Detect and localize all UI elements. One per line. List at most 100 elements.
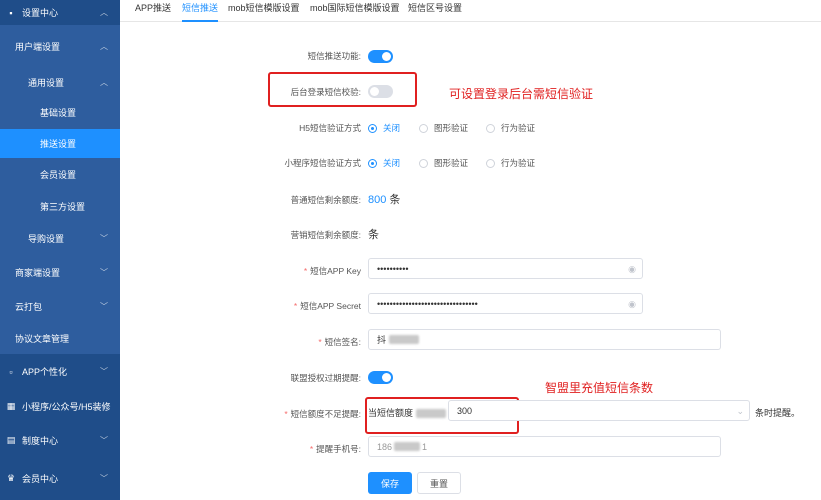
sidebar-item-push-settings[interactable]: 推送设置	[0, 129, 120, 158]
appkey-input[interactable]: •••••••••• ◉	[368, 258, 643, 279]
sidebar-item-merchant-settings[interactable]: 商家端设置 ﹀	[0, 255, 120, 289]
alliance-switch[interactable]	[368, 371, 393, 384]
mini-radio-graphic[interactable]: 图形验证	[419, 157, 468, 169]
sidebar-item-label: 第三方设置	[40, 201, 86, 212]
tab-app-push[interactable]: APP推送	[135, 0, 171, 22]
sidebar-item-app-personalize[interactable]: ▫ APP个性化 ﹀	[0, 354, 120, 389]
sidebar-item-general-settings[interactable]: 通用设置 ︿	[0, 68, 120, 96]
sidebar-item-label: 推送设置	[40, 139, 77, 149]
quota-suffix: 条时提醒。	[755, 408, 801, 418]
sidebar-item-label: APP个性化	[22, 367, 68, 377]
chevron-down-icon: ﹀	[100, 233, 108, 243]
document-icon: ▤	[6, 435, 16, 445]
chevron-down-icon: ﹀	[100, 474, 108, 483]
phone-input[interactable]: 186 1	[368, 436, 721, 457]
sidebar-item-label: 协议文章管理	[15, 334, 70, 344]
mini-radio-off[interactable]: 关闭	[368, 157, 400, 169]
sms-push-switch[interactable]	[368, 50, 393, 63]
required-mark: *	[284, 409, 288, 419]
radio-label: 行为验证	[501, 123, 536, 133]
sidebar-item-settings-center[interactable]: ▪ 设置中心 ︿	[0, 0, 120, 25]
sidebar-item-label: 商家端设置	[15, 267, 61, 278]
h5-radio-off[interactable]: 关闭	[368, 122, 400, 134]
radio-label: 图形验证	[434, 123, 469, 133]
sidebar-item-label: 制度中心	[22, 436, 59, 446]
sidebar-item-label: 小程序/公众号/H5装修	[22, 402, 111, 412]
grid-icon: ▦	[6, 401, 16, 411]
radio-dot	[419, 158, 428, 168]
radio-dot	[486, 123, 495, 133]
radio-dot	[419, 123, 428, 133]
redacted-text	[415, 409, 446, 419]
quota-prefix: 当短信额度	[368, 406, 446, 419]
radio-dot	[368, 158, 377, 168]
sidebar-item-system-center[interactable]: ▤ 制度中心 ﹀	[0, 424, 120, 457]
chevron-down-icon: ﹀	[100, 436, 108, 445]
appkey-label: * 短信APP Key	[303, 266, 361, 276]
appsecret-label: * 短信APP Secret	[293, 301, 361, 311]
h5-radio-graphic[interactable]: 图形验证	[419, 122, 468, 134]
sidebar-item-member-settings[interactable]: 会员设置	[0, 158, 120, 191]
sidebar-item-label: 设置中心	[22, 8, 59, 18]
required-mark: *	[309, 444, 314, 454]
tab-sms-area-code[interactable]: 短信区号设置	[408, 0, 462, 22]
normal-remaining-label: 普通短信剩余额度:	[290, 195, 361, 205]
chevron-up-icon: ︿	[100, 8, 108, 17]
eye-icon[interactable]: ◉	[628, 299, 636, 310]
quota-label: * 短信额度不足提醒:	[284, 409, 361, 419]
sidebar: ▪ 设置中心 ︿ 用户端设置 ︿ 通用设置 ︿ 基础设置 推送设置 会员设置 第…	[0, 0, 120, 500]
signature-input[interactable]: 抖	[368, 329, 721, 350]
switch-knob	[382, 373, 391, 382]
tab-mob-sms-template[interactable]: mob短信模版设置	[228, 0, 300, 22]
sidebar-item-basic-settings[interactable]: 基础设置	[0, 96, 120, 129]
sms-push-label: 短信推送功能:	[307, 51, 361, 61]
quota-value: 300	[457, 405, 473, 416]
signature-value: 抖	[377, 335, 387, 345]
radio-label: 行为验证	[501, 158, 536, 168]
phone-label: * 提醒手机号:	[309, 444, 361, 454]
chevron-down-icon: ﹀	[100, 267, 108, 277]
sidebar-item-agreement[interactable]: 协议文章管理	[0, 323, 120, 354]
reset-button[interactable]: 重置	[417, 472, 461, 494]
tab-sms-push[interactable]: 短信推送	[182, 0, 219, 22]
switch-knob	[382, 52, 391, 61]
appkey-value: ••••••••••	[377, 263, 409, 274]
sidebar-item-label: 通用设置	[28, 77, 65, 88]
marketing-remaining-value: 条	[368, 229, 379, 241]
phone-value: 186	[377, 441, 393, 452]
radio-label: 关闭	[383, 123, 401, 133]
sidebar-item-user-settings[interactable]: 用户端设置 ︿	[0, 25, 120, 68]
eye-icon[interactable]: ◉	[628, 264, 636, 275]
normal-remaining-value: 800 条	[368, 191, 400, 207]
appsecret-input[interactable]: •••••••••••••••••••••••••••••••• ◉	[368, 293, 643, 314]
chevron-down-icon: ﹀	[100, 367, 108, 376]
signature-label: * 短信签名:	[318, 337, 361, 347]
sidebar-item-label: 基础设置	[40, 108, 77, 118]
quota-input[interactable]: 300 ⌄	[448, 400, 750, 421]
switch-knob	[370, 87, 379, 96]
sidebar-item-cloud-package[interactable]: 云打包 ﹀	[0, 289, 120, 323]
crown-icon: ♛	[6, 473, 16, 483]
alliance-label: 联盟授权过期提醒:	[290, 373, 361, 383]
sidebar-item-guide-settings[interactable]: 导购设置 ﹀	[0, 221, 120, 255]
tab-bar: APP推送 短信推送 mob短信模版设置 mob国际短信模版设置 短信区号设置	[120, 0, 821, 22]
radio-label: 关闭	[383, 158, 401, 168]
sidebar-item-miniprogram[interactable]: ▦ 小程序/公众号/H5装修	[0, 389, 120, 424]
annotation-admin-note: 可设置登录后台需短信验证	[449, 87, 594, 101]
chevron-down-icon: ⌄	[736, 406, 744, 416]
h5-radio-behavior[interactable]: 行为验证	[486, 122, 535, 134]
mini-verify-label: 小程序短信验证方式	[284, 158, 361, 168]
redacted-text	[394, 442, 421, 451]
settings-icon: ▪	[9, 7, 13, 18]
sidebar-item-label: 会员中心	[22, 474, 59, 484]
sidebar-item-label: 会员设置	[40, 170, 77, 180]
save-button[interactable]: 保存	[368, 472, 412, 494]
required-mark: *	[293, 301, 298, 311]
sidebar-item-member-center[interactable]: ♛ 会员中心 ﹀	[0, 457, 120, 500]
chevron-up-icon: ︿	[100, 42, 108, 51]
tab-mob-intl-sms-template[interactable]: mob国际短信模版设置	[310, 0, 400, 22]
sidebar-item-label: 导购设置	[28, 233, 65, 244]
admin-login-switch[interactable]	[368, 85, 393, 98]
mini-radio-behavior[interactable]: 行为验证	[486, 157, 535, 169]
sidebar-item-third-party-settings[interactable]: 第三方设置	[0, 191, 120, 221]
